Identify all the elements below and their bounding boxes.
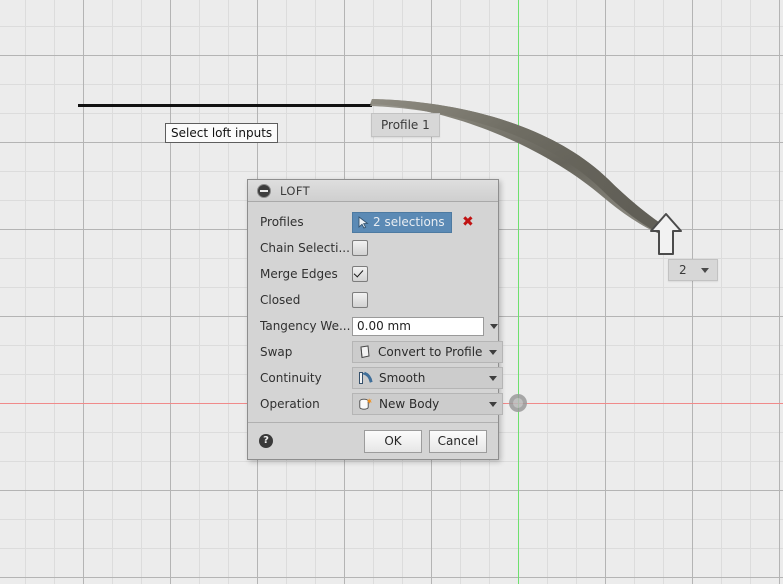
label-tangency-weight: Tangency We...: [260, 319, 351, 333]
label-profiles: Profiles: [260, 215, 304, 229]
row-closed[interactable]: Closed: [248, 287, 498, 313]
arrow-up-icon: [650, 213, 682, 255]
loft-dialog-titlebar[interactable]: LOFT: [248, 180, 498, 202]
origin-point[interactable]: [509, 394, 527, 412]
swap-value: Convert to Profile: [378, 345, 483, 359]
chevron-down-icon[interactable]: [700, 267, 709, 273]
swap-combobox[interactable]: Convert to Profile: [352, 341, 503, 363]
profile-surface-icon: [360, 345, 370, 359]
loft-dialog-title: LOFT: [280, 183, 311, 198]
label-operation: Operation: [260, 397, 320, 411]
profiles-selection-value: 2 selections: [373, 215, 445, 229]
tooltip-text: Select loft inputs: [171, 126, 273, 140]
y-axis-line: [518, 0, 519, 584]
profile-label-text: Profile 1: [381, 118, 430, 132]
direction-arrow-handle[interactable]: [648, 212, 684, 256]
tangency-weight-chevron-down-icon[interactable]: [490, 323, 498, 329]
loft-dialog[interactable]: LOFT Profiles 2 selections ✖ Chain Selec…: [247, 179, 503, 460]
help-icon[interactable]: ?: [259, 434, 273, 448]
cancel-button[interactable]: Cancel: [429, 429, 487, 453]
loft-dialog-footer: ? OK Cancel: [248, 422, 498, 459]
section-count-value: 2: [679, 263, 687, 277]
label-merge-edges: Merge Edges: [260, 267, 338, 281]
collapse-minus-icon[interactable]: [257, 183, 271, 198]
cursor-arrow-icon: [358, 215, 369, 229]
continuity-chevron-down-icon[interactable]: [489, 375, 497, 381]
row-operation[interactable]: Operation New Body: [248, 391, 503, 417]
continuity-value: Smooth: [379, 371, 426, 385]
profile-label-chip[interactable]: Profile 1: [371, 113, 440, 137]
loft-dialog-body: Profiles 2 selections ✖ Chain Selecti...…: [248, 202, 503, 422]
operation-combobox[interactable]: New Body: [352, 393, 503, 415]
tangency-weight-input[interactable]: 0.00 mm: [352, 316, 484, 336]
section-count-chip[interactable]: 2: [668, 259, 718, 281]
clear-selection-icon[interactable]: ✖: [462, 215, 474, 229]
chain-selection-checkbox[interactable]: [352, 240, 368, 256]
continuity-combobox[interactable]: Smooth: [352, 367, 503, 389]
sketch-profile-line[interactable]: [78, 104, 372, 107]
tangency-weight-value: 0.00 mm: [357, 319, 411, 333]
merge-edges-checkbox[interactable]: [352, 266, 368, 282]
row-profiles[interactable]: Profiles 2 selections ✖: [248, 209, 498, 235]
row-swap[interactable]: Swap Convert to Profile: [248, 339, 503, 365]
row-chain-selection[interactable]: Chain Selecti...: [248, 235, 498, 261]
loft-inputs-tooltip: Select loft inputs: [165, 123, 279, 143]
label-closed: Closed: [260, 293, 301, 307]
closed-checkbox[interactable]: [352, 292, 368, 308]
row-merge-edges[interactable]: Merge Edges: [248, 261, 498, 287]
row-tangency-weight[interactable]: Tangency We... 0.00 mm: [248, 313, 498, 339]
smooth-continuity-icon: [359, 371, 373, 384]
new-body-icon: [359, 398, 372, 410]
operation-value: New Body: [379, 397, 440, 411]
profiles-selection-field[interactable]: 2 selections: [352, 211, 452, 233]
label-continuity: Continuity: [260, 371, 322, 385]
ok-button[interactable]: OK: [364, 429, 422, 453]
label-swap: Swap: [260, 345, 293, 359]
row-continuity[interactable]: Continuity Smooth: [248, 365, 503, 391]
operation-chevron-down-icon[interactable]: [489, 401, 497, 407]
swap-chevron-down-icon[interactable]: [489, 349, 497, 355]
label-chain-selection: Chain Selecti...: [260, 241, 350, 255]
